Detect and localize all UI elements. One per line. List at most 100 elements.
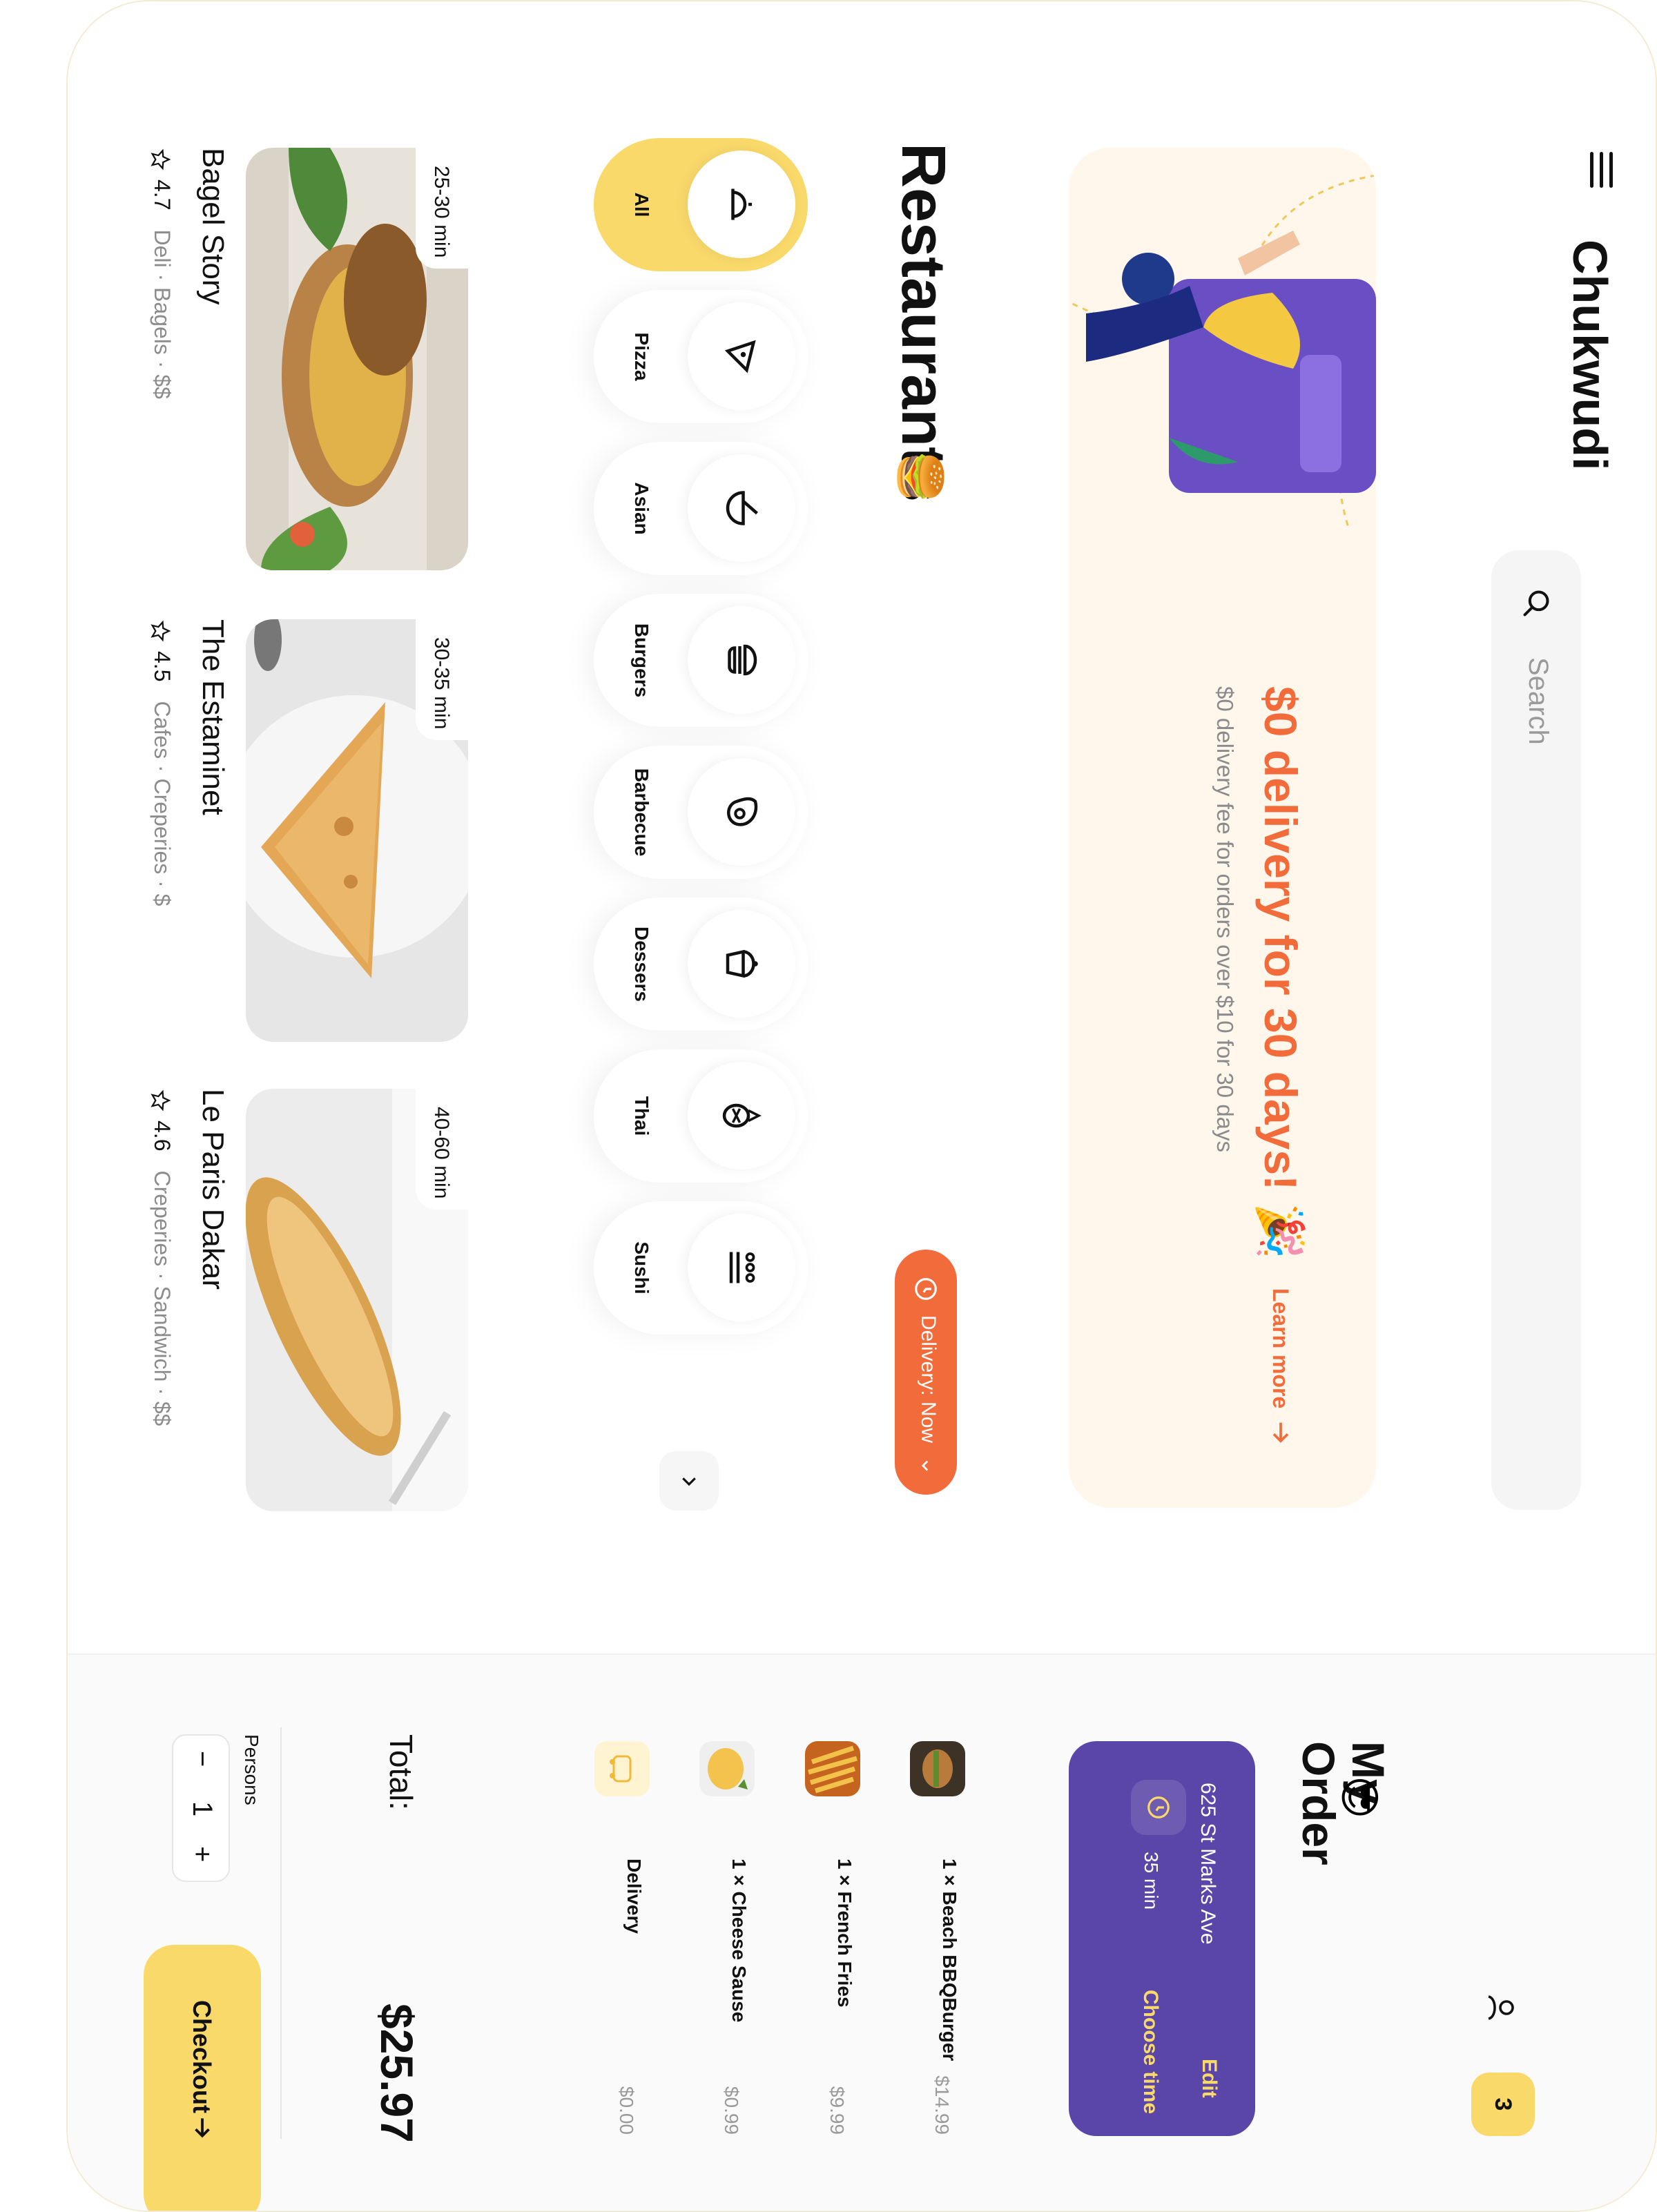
arrow-right-icon[interactable] — [1267, 1418, 1295, 1446]
restaurant-name: Le Paris Dakar — [196, 1089, 230, 1290]
item-price: $0.00 — [616, 2086, 637, 2135]
delivery-time-badge: 25-30 min — [416, 148, 468, 269]
delivery-fee-row: Delivery $0.00 — [594, 1741, 650, 2136]
rating: 4.5 — [150, 651, 175, 682]
app-frame: Chukwudi Search $0 delivery for 30 days!… — [66, 0, 1657, 2212]
item-thumbnail — [805, 1741, 860, 1796]
delivery-time-button[interactable]: Delivery: Now — [895, 1250, 957, 1495]
cart-count-badge[interactable]: 3 — [1471, 2073, 1535, 2136]
delivery-time-badge: 30-35 min — [416, 619, 468, 740]
cupcake-icon — [726, 949, 758, 978]
restaurant-meta: 4.7 Deli · Bagels · $$ — [148, 148, 175, 399]
category-thai[interactable]: Thai — [594, 1049, 808, 1183]
category-burgers[interactable]: Burgers — [594, 594, 808, 727]
item-name: 1 × Cheese Sause — [728, 1859, 750, 2023]
item-thumbnail — [594, 1741, 650, 1796]
item-price: $9.99 — [826, 2086, 848, 2135]
increment-button[interactable]: + — [186, 1846, 217, 1862]
burger-emoji: 🍔 — [895, 450, 946, 504]
party-emoji: 🎉 — [1255, 1203, 1306, 1260]
order-panel — [68, 1653, 1656, 2211]
app-root: Chukwudi Search $0 delivery for 30 days!… — [0, 0, 1657, 2212]
cloche-icon — [731, 188, 752, 220]
sushi-icon — [729, 1252, 755, 1283]
clock-badge — [1131, 1780, 1186, 1835]
category-barbecue[interactable]: Barbecue — [594, 746, 808, 879]
promo-title: $0 delivery for 30 days! 🎉 — [1255, 686, 1306, 1260]
persons-label: Persons — [241, 1734, 262, 1805]
item-thumbnail — [910, 1741, 965, 1796]
learn-more-link[interactable]: Learn more — [1268, 1288, 1293, 1408]
item-name: Delivery — [623, 1859, 645, 1934]
more-categories-button[interactable] — [659, 1451, 719, 1511]
restaurant-name: Bagel Story — [196, 148, 230, 305]
chevron-down-icon — [921, 1460, 929, 1471]
item-name: 1 × Beach BBQBurger — [939, 1859, 960, 2061]
user-icon[interactable] — [1484, 1991, 1518, 2024]
category-label: Barbecue — [631, 768, 652, 857]
total-label: Total: — [383, 1734, 419, 1810]
cuisine-price: Creperies · Sandwich · $$ — [150, 1170, 175, 1426]
decrement-button[interactable]: − — [186, 1751, 217, 1767]
edit-address-link[interactable]: Edit — [1197, 2059, 1221, 2098]
category-label: Asian — [631, 482, 652, 535]
delivery-time-badge: 40-60 min — [416, 1089, 468, 1210]
chevron-right-icon — [682, 1477, 696, 1486]
order-item[interactable]: 1 × Cheese Sause $0.99 — [699, 1741, 755, 2136]
arrow-right-icon — [195, 2118, 210, 2138]
item-thumbnail — [699, 1741, 755, 1796]
category-desserts[interactable]: Dessers — [594, 898, 808, 1031]
burger-icon — [728, 644, 757, 676]
pineapple-icon — [722, 1103, 762, 1128]
delivery-car-icon — [610, 1755, 632, 1783]
main-panel: Chukwudi Search $0 delivery for 30 days!… — [68, 1, 1656, 1653]
clock-icon — [915, 1278, 937, 1300]
cuisine-price: Cafes · Creperies · $ — [150, 701, 175, 906]
restaurant-name: The Estaminet — [196, 619, 230, 815]
persons-stepper[interactable]: − 1 + — [172, 1734, 230, 1882]
search-input[interactable]: Search — [1491, 550, 1581, 1510]
cuisine-price: Deli · Bagels · $$ — [150, 229, 175, 399]
category-sushi[interactable]: Sushi — [594, 1201, 808, 1335]
order-item[interactable]: 1 × Beach BBQBurger $14.99 — [910, 1741, 965, 2136]
total-divider — [280, 1727, 282, 2139]
menu-icon[interactable] — [1589, 152, 1613, 188]
brand-name: Chukwudi — [1563, 240, 1617, 471]
category-all[interactable]: All — [594, 138, 808, 271]
search-icon — [1523, 590, 1549, 617]
restaurant-card[interactable]: 25-30 min Bagel Story 4.7 Deli · Bagels ·… — [109, 148, 468, 570]
item-price: $14.99 — [931, 2075, 953, 2135]
promo-illustration — [1069, 174, 1376, 528]
star-icon — [151, 148, 171, 171]
star-icon — [151, 620, 171, 642]
restaurant-card[interactable]: 30-35 min The Estaminet 4.5 Cafes · Crepe… — [109, 619, 468, 1042]
category-label: Pizza — [631, 332, 652, 381]
choose-time-link[interactable]: Choose time — [1138, 1990, 1162, 2114]
promo-banner: $0 delivery for 30 days! 🎉 $0 delivery f… — [1069, 148, 1376, 1508]
checkout-label: Checkout — [188, 2000, 216, 2114]
meat-icon — [727, 797, 758, 826]
bowl-icon — [726, 491, 758, 525]
item-name: 1 × French Fries — [834, 1859, 855, 2008]
category-pizza[interactable]: Pizza — [594, 290, 808, 423]
delivery-time-label: Delivery: Now — [917, 1315, 940, 1444]
panel-divider — [68, 1653, 1656, 1655]
address-text: 625 St Marks Ave — [1196, 1783, 1219, 1945]
checkout-button[interactable]: Checkout — [144, 1945, 261, 2212]
category-asian[interactable]: Asian — [594, 442, 808, 575]
restaurant-meta: 4.5 Cafes · Creperies · $ — [148, 619, 175, 906]
restaurant-card[interactable]: 40-60 min Le Paris Dakar 4.6 Creperies · … — [109, 1089, 468, 1511]
eta-text: 35 min — [1141, 1852, 1162, 1910]
category-label: Sushi — [631, 1241, 652, 1294]
search-placeholder: Search — [1523, 657, 1553, 745]
rating: 4.7 — [150, 180, 175, 211]
rating: 4.6 — [150, 1120, 175, 1152]
delivery-address-card: 625 St Marks Ave Edit 35 min Choose time — [1069, 1741, 1255, 2136]
order-item[interactable]: 1 × French Fries $9.99 — [805, 1741, 860, 2136]
pizza-icon — [724, 340, 756, 373]
persons-value: 1 — [187, 1801, 217, 1817]
clock-icon — [1147, 1796, 1170, 1818]
category-label: Burgers — [631, 623, 652, 698]
restaurant-meta: 4.6 Creperies · Sandwich · $$ — [148, 1089, 175, 1426]
promo-subtitle: $0 delivery fee for orders over $10 for … — [1212, 686, 1238, 1153]
